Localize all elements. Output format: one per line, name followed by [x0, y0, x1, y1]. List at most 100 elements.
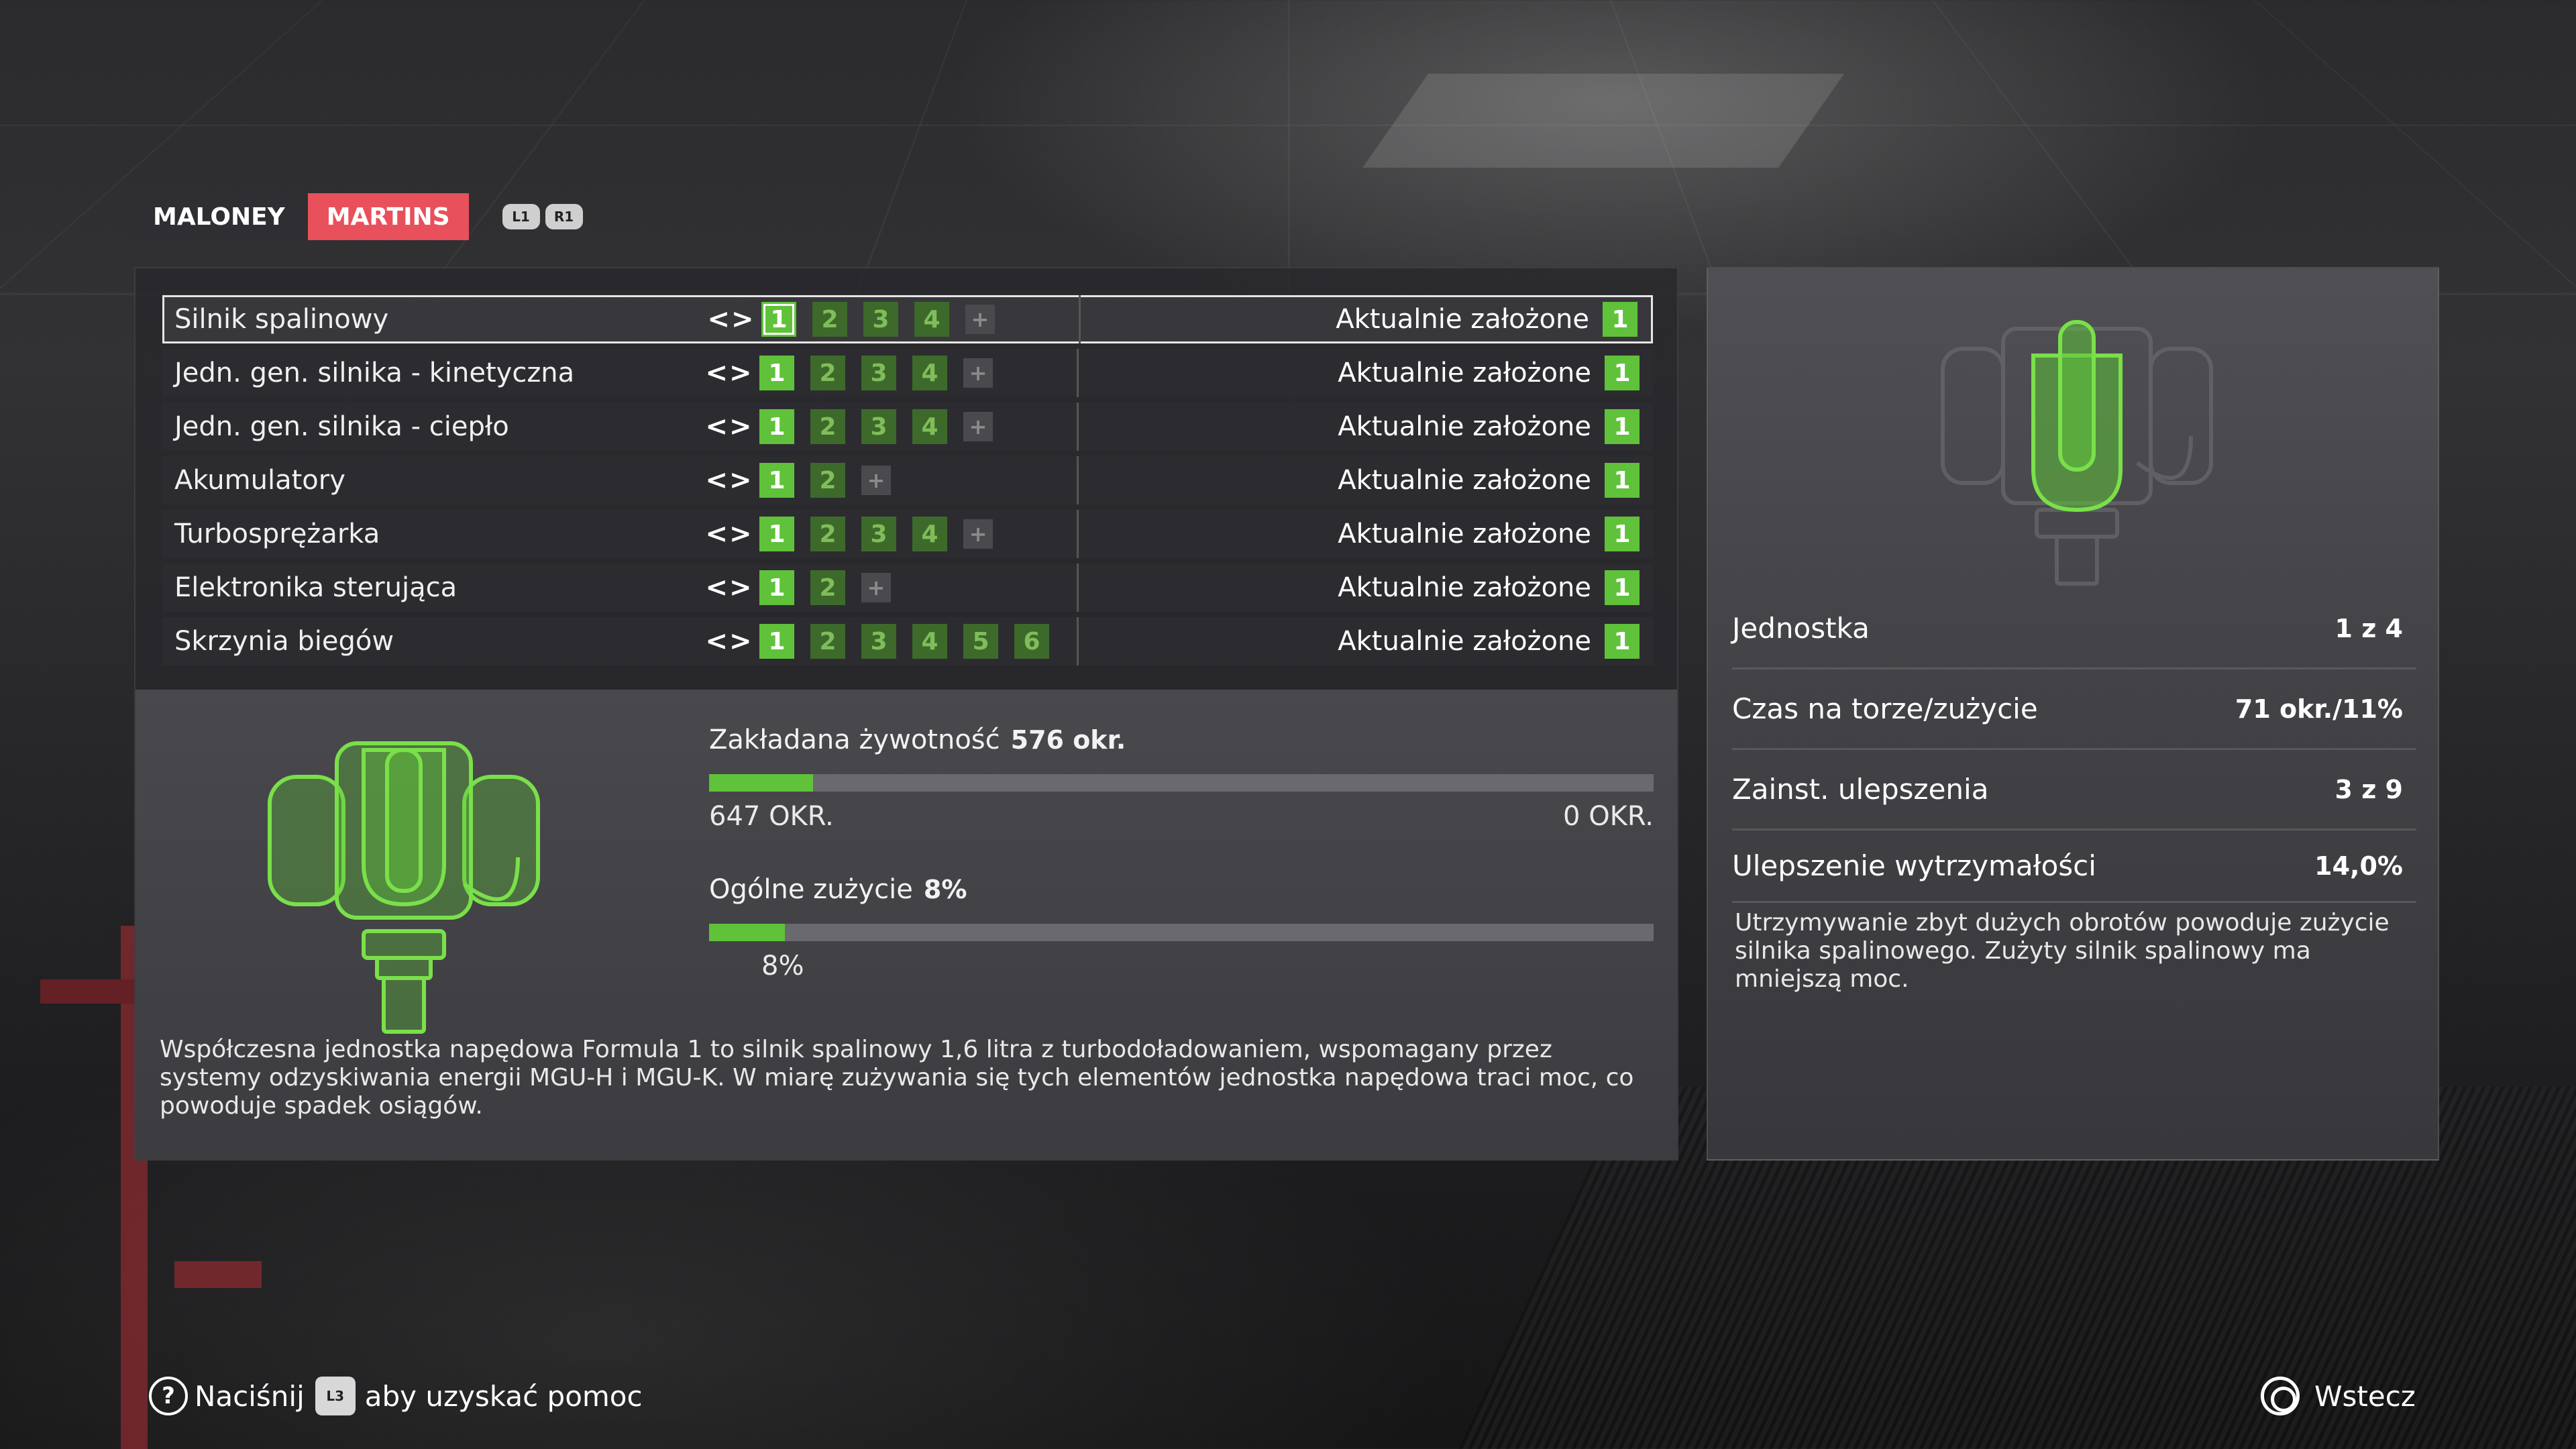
fitted-status: Aktualnie założone 1 — [1079, 570, 1653, 605]
help-text: aby uzyskać pomoc — [364, 1379, 643, 1413]
unit-box[interactable]: 1 — [759, 517, 794, 551]
unit-box[interactable]: 1 — [759, 570, 794, 605]
unit-box[interactable]: 5 — [963, 624, 998, 659]
part-row[interactable]: Elektronika sterująca <> 1 2 + Aktualnie zało… — [162, 564, 1653, 612]
unit-stats: Jednostka 1 z 4 Czas na torze/zużycie 71 ok… — [1732, 589, 2416, 903]
unit-box[interactable]: 3 — [863, 302, 898, 337]
fitted-status: Aktualnie założone 1 — [1079, 409, 1653, 444]
overall-wear-bar — [709, 924, 1654, 941]
driver-tab-maloney[interactable]: MALONEY — [134, 193, 304, 240]
cycle-arrows-icon[interactable]: <> — [699, 626, 759, 657]
unit-box[interactable]: 4 — [912, 409, 947, 444]
part-row[interactable]: Akumulatory <> 1 2 + Aktualnie założone 1 — [162, 456, 1653, 504]
part-name: Jedn. gen. silnika - kinetyczna — [174, 358, 575, 388]
unit-selector: 1 2 + — [759, 456, 1079, 504]
add-unit-icon[interactable]: + — [963, 358, 993, 388]
part-name: Jedn. gen. silnika - ciepło — [174, 411, 509, 442]
part-description: Współczesna jednostka napędowa Formula 1… — [160, 1036, 1634, 1120]
cycle-arrows-icon[interactable]: <> — [699, 465, 759, 496]
unit-box[interactable]: 4 — [912, 356, 947, 390]
unit-box[interactable]: 2 — [810, 517, 845, 551]
overall-wear-value: 8% — [923, 875, 967, 904]
back-button[interactable]: Wstecz — [2261, 1377, 2416, 1415]
add-unit-icon[interactable]: + — [963, 519, 993, 549]
part-row[interactable]: Turbosprężarka <> 1 2 3 4 + Aktualnie założone 1 — [162, 510, 1653, 558]
unit-box[interactable]: 1 — [759, 409, 794, 444]
unit-box[interactable]: 2 — [810, 624, 845, 659]
stat-label: Ulepszenie wytrzymałości — [1732, 849, 2096, 882]
unit-box[interactable]: 3 — [861, 517, 896, 551]
help-icon: ? — [149, 1377, 188, 1415]
expected-life-block: Zakładana żywotność 576 okr. 647 OKR. 0 O… — [709, 724, 1654, 832]
fitted-label: Aktualnie założone — [1338, 572, 1591, 603]
part-row[interactable]: Jedn. gen. silnika - ciepło <> 1 2 3 4 + Aktual… — [162, 402, 1653, 451]
fitted-unit-number: 1 — [1603, 302, 1638, 337]
add-unit-icon[interactable]: + — [861, 466, 891, 495]
part-row[interactable]: Silnik spalinowy <> 1 2 3 4 + Aktualnie założon… — [162, 295, 1653, 343]
r1-button-icon[interactable]: R1 — [545, 204, 583, 229]
part-name: Elektronika sterująca — [174, 572, 458, 603]
unit-box[interactable]: 6 — [1014, 624, 1049, 659]
add-unit-icon[interactable]: + — [965, 305, 995, 334]
fitted-unit-number: 1 — [1605, 463, 1640, 498]
unit-box[interactable]: 2 — [810, 409, 845, 444]
unit-box[interactable]: 1 — [761, 302, 796, 337]
shoulder-buttons: L1 R1 — [502, 204, 588, 229]
cycle-arrows-icon[interactable]: <> — [699, 411, 759, 442]
unit-box[interactable]: 1 — [759, 624, 794, 659]
unit-box[interactable]: 4 — [914, 302, 949, 337]
stat-label: Zainst. ulepszenia — [1732, 773, 1989, 806]
part-name: Turbosprężarka — [174, 519, 380, 549]
unit-box[interactable]: 1 — [759, 356, 794, 390]
part-name: Skrzynia biegów — [174, 626, 394, 657]
unit-description: Utrzymywanie zbyt dużych obrotów powoduj… — [1735, 909, 2390, 993]
unit-info-panel: Jednostka 1 z 4 Czas na torze/zużycie 71 ok… — [1707, 267, 2439, 1161]
unit-box[interactable]: 2 — [810, 463, 845, 498]
fitted-label: Aktualnie założone — [1336, 304, 1589, 335]
add-unit-icon[interactable]: + — [861, 573, 891, 602]
fitted-label: Aktualnie założone — [1338, 626, 1591, 657]
add-unit-icon[interactable]: + — [963, 412, 993, 441]
expected-life-title: Zakładana żywotność 576 okr. — [709, 724, 1654, 755]
unit-selector: 1 2 3 4 + — [759, 402, 1079, 451]
fitted-unit-number: 1 — [1605, 570, 1640, 605]
cycle-arrows-icon[interactable]: <> — [699, 358, 759, 388]
unit-box[interactable]: 2 — [810, 570, 845, 605]
part-detail: Zakładana żywotność 576 okr. 647 OKR. 0 O… — [136, 690, 1677, 1161]
unit-box[interactable]: 1 — [759, 463, 794, 498]
ice-engine-icon — [268, 741, 540, 1034]
unit-box[interactable]: 4 — [912, 517, 947, 551]
expected-life-min: 647 OKR. — [709, 801, 834, 832]
parts-list: Silnik spalinowy <> 1 2 3 4 + Aktualnie założon… — [162, 295, 1653, 671]
expected-life-max: 0 OKR. — [1563, 801, 1654, 832]
parts-panel: Silnik spalinowy <> 1 2 3 4 + Aktualnie założon… — [134, 267, 1678, 1161]
expected-life-range: 647 OKR. 0 OKR. — [709, 801, 1654, 832]
driver-tab-martins[interactable]: MARTINS — [307, 193, 469, 240]
unit-box[interactable]: 2 — [810, 356, 845, 390]
unit-box[interactable]: 2 — [812, 302, 847, 337]
unit-box[interactable]: 4 — [912, 624, 947, 659]
fitted-status: Aktualnie założone 1 — [1079, 517, 1653, 551]
unit-box[interactable]: 3 — [861, 409, 896, 444]
cycle-arrows-icon[interactable]: <> — [699, 572, 759, 603]
part-name: Silnik spalinowy — [174, 304, 389, 335]
unit-box[interactable]: 3 — [861, 624, 896, 659]
stat-value: 3 z 9 — [2334, 774, 2403, 804]
fitted-label: Aktualnie założone — [1338, 411, 1591, 442]
fitted-unit-number: 1 — [1605, 517, 1640, 551]
l1-button-icon[interactable]: L1 — [502, 204, 540, 229]
unit-selector: 123456 — [759, 617, 1079, 665]
fitted-status: Aktualnie założone 1 — [1079, 463, 1653, 498]
cycle-arrows-icon[interactable]: <> — [701, 304, 761, 335]
fitted-status: Aktualnie założone 1 — [1079, 356, 1653, 390]
expected-life-value: 576 okr. — [1010, 725, 1126, 755]
stat-row: Zainst. ulepszenia 3 z 9 — [1732, 750, 2416, 830]
part-row[interactable]: Jedn. gen. silnika - kinetyczna <> 1 2 3 4 + Ak… — [162, 349, 1653, 397]
unit-box[interactable]: 3 — [861, 356, 896, 390]
cycle-arrows-icon[interactable]: <> — [699, 519, 759, 549]
help-prompt[interactable]: ? Naciśnij L3 aby uzyskać pomoc — [149, 1377, 643, 1415]
fitted-label: Aktualnie założone — [1338, 358, 1591, 388]
fitted-status: Aktualnie założone 1 — [1079, 624, 1653, 659]
part-row[interactable]: Skrzynia biegów <> 1 2 3 4 5 6 Aktualnie założon… — [162, 617, 1653, 665]
stat-row: Czas na torze/zużycie 71 okr./11% — [1732, 669, 2416, 750]
